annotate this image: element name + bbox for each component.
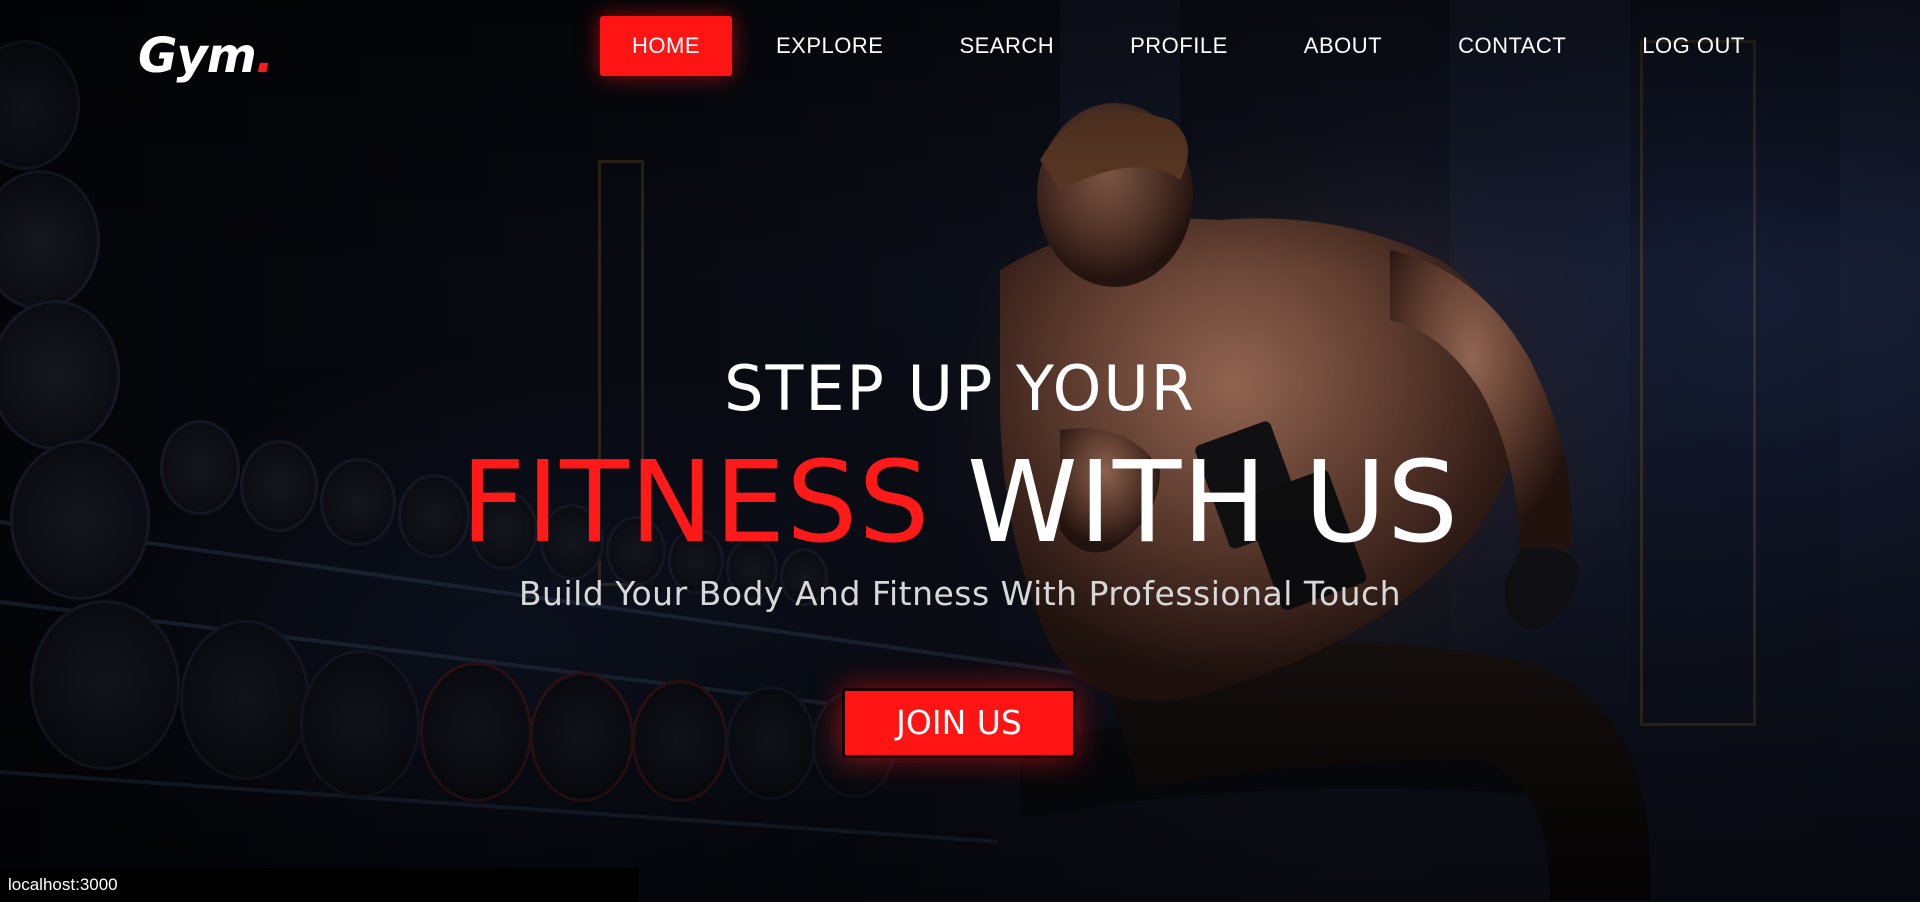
- hero-subline: Build Your Body And Fitness With Profess…: [518, 574, 1402, 613]
- link-status-bar: localhost:3000: [0, 868, 638, 902]
- dumbbell-plate: [180, 620, 310, 780]
- nav-search[interactable]: SEARCH: [927, 16, 1086, 76]
- dumbbell-plate: [726, 686, 816, 800]
- dumbbell-plate: [300, 650, 420, 798]
- logo-text: Gym: [138, 28, 257, 84]
- dumbbell-plate: [420, 662, 532, 802]
- nav-contact[interactable]: CONTACT: [1426, 16, 1598, 76]
- dumbbell-plate: [632, 680, 728, 802]
- dumbbell-plate: [0, 170, 100, 310]
- hero-headline-main: FITNESS WITH US: [0, 438, 1920, 568]
- hero-section: Gym. HOME EXPLORE SEARCH PROFILE ABOUT C…: [0, 0, 1920, 902]
- nav-about[interactable]: ABOUT: [1272, 16, 1414, 76]
- hero-headline-accent: FITNESS: [460, 438, 931, 568]
- main-nav: HOME EXPLORE SEARCH PROFILE ABOUT CONTAC…: [600, 16, 1789, 76]
- join-us-button[interactable]: JOIN US: [842, 688, 1076, 758]
- nav-home[interactable]: HOME: [600, 16, 732, 76]
- nav-explore[interactable]: EXPLORE: [744, 16, 915, 76]
- dumbbell-plate: [0, 40, 80, 170]
- dumbbell-plate: [530, 672, 634, 802]
- dumbbell-plate: [30, 600, 180, 770]
- logo-dot: .: [255, 28, 274, 84]
- nav-log-out[interactable]: LOG OUT: [1610, 16, 1777, 76]
- hero-headline-rest: WITH US: [930, 438, 1460, 568]
- nav-profile[interactable]: PROFILE: [1098, 16, 1260, 76]
- gym-logo[interactable]: Gym.: [138, 28, 274, 84]
- hero-headline-top: STEP UP YOUR: [724, 352, 1196, 425]
